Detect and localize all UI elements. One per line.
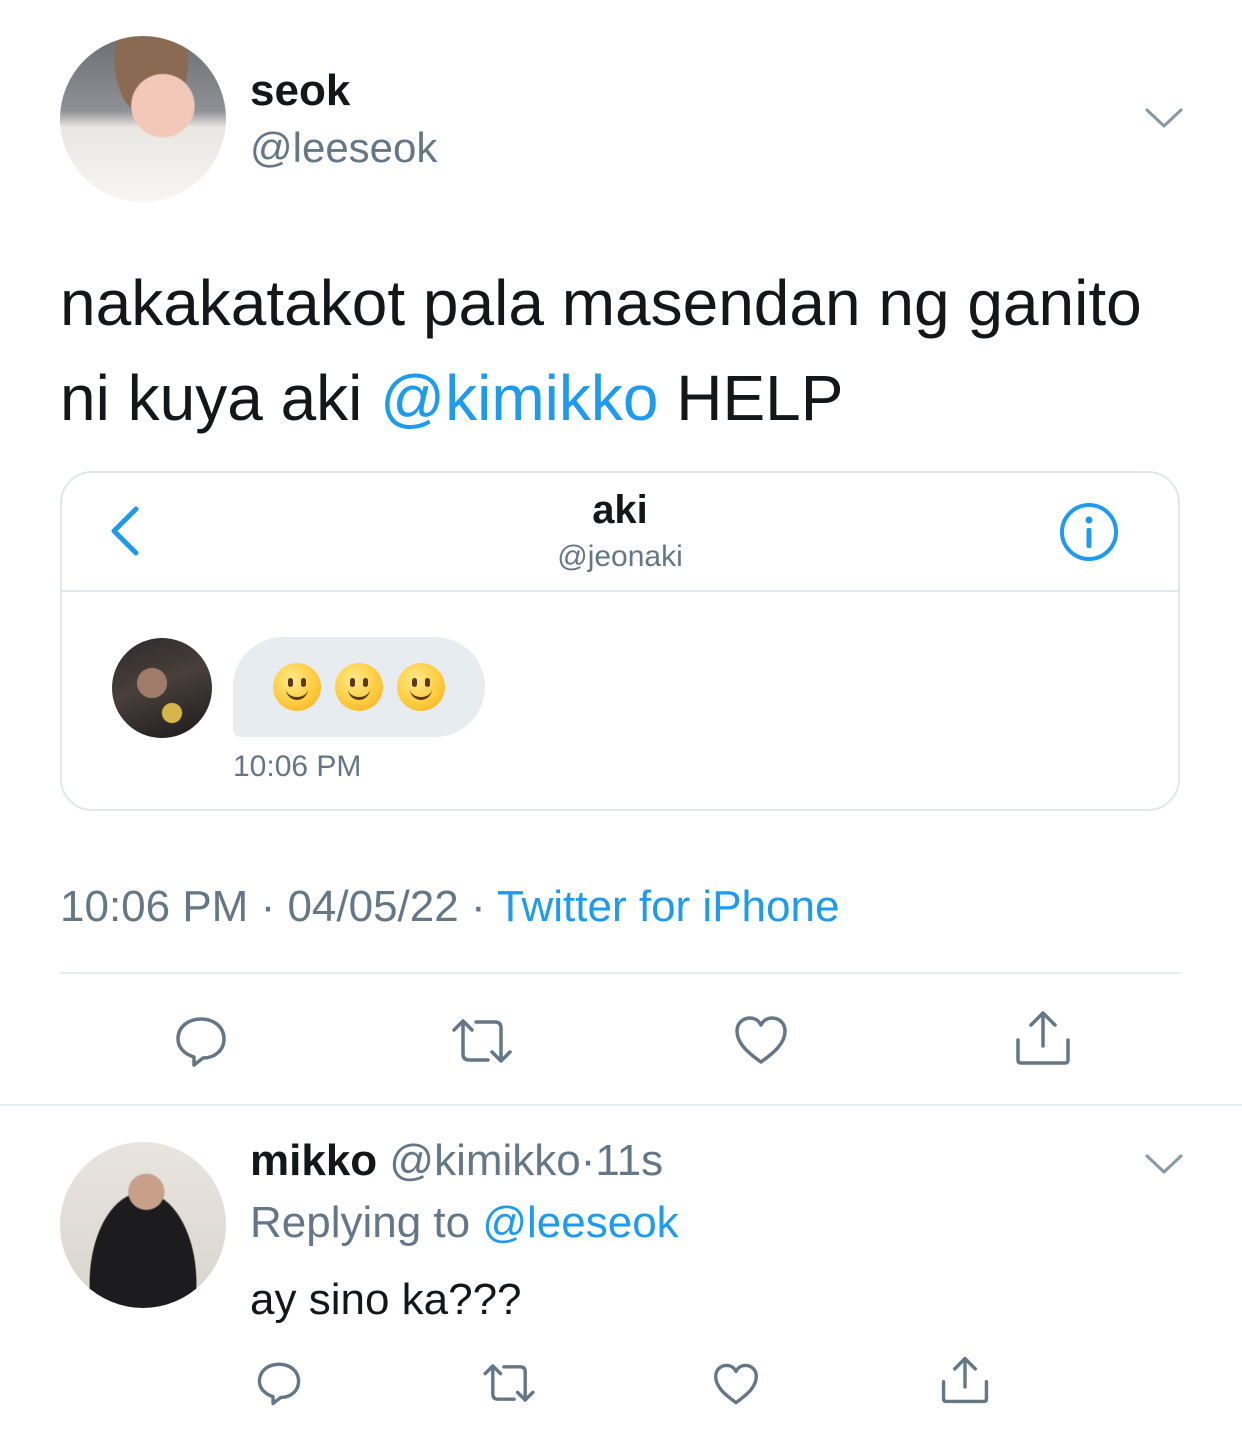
dm-message-time: 10:06 PM <box>233 750 362 783</box>
author-name[interactable]: seok <box>250 66 350 116</box>
mention-link[interactable]: @kimikko <box>380 362 658 434</box>
tweet-date: 04/05/22 <box>287 882 459 931</box>
share-icon[interactable] <box>1014 1010 1072 1066</box>
reply-icon[interactable] <box>256 1360 302 1406</box>
replying-to: Replying to @leeseok <box>250 1198 679 1248</box>
reply-author-avatar[interactable] <box>60 1142 226 1308</box>
dm-contact-name: aki <box>592 488 648 532</box>
dm-contact-avatar <box>112 638 212 738</box>
share-icon[interactable] <box>940 1356 990 1404</box>
like-icon[interactable] <box>712 1362 760 1406</box>
reply-text: ay sino ka??? <box>250 1275 522 1324</box>
reply-age: ·11s <box>580 1136 664 1185</box>
reply-author-name[interactable]: mikko <box>250 1136 377 1185</box>
retweet-icon[interactable] <box>448 1014 516 1068</box>
tweet-source-link[interactable]: Twitter for iPhone <box>497 882 839 931</box>
slightly-smiling-face-icon <box>397 663 445 711</box>
tweet-text: nakakatakot pala masendan ng ganito ni k… <box>60 256 1200 446</box>
dm-header-divider <box>62 590 1180 592</box>
reply-icon[interactable] <box>174 1014 228 1068</box>
author-handle[interactable]: @leeseok <box>250 124 437 172</box>
reply-author-handle[interactable]: @kimikko <box>389 1136 580 1185</box>
dm-contact-handle: @jeonaki <box>557 540 683 573</box>
reply-header: mikko @kimikko·11s <box>250 1136 663 1186</box>
chevron-down-icon[interactable] <box>1144 106 1184 130</box>
slightly-smiling-face-icon <box>335 663 383 711</box>
tweet-meta: 10:06 PM · 04/05/22 · Twitter for iPhone <box>60 882 839 932</box>
retweet-icon[interactable] <box>480 1360 538 1406</box>
meta-separator: · <box>248 882 288 931</box>
divider <box>60 972 1182 974</box>
author-avatar[interactable] <box>60 36 226 202</box>
back-chevron-icon <box>108 505 142 562</box>
tweet-time: 10:06 PM <box>60 882 249 931</box>
divider <box>0 1104 1242 1106</box>
info-icon <box>1058 501 1120 568</box>
dm-message-bubble <box>233 637 485 737</box>
replying-prefix: Replying to <box>250 1198 483 1247</box>
slightly-smiling-face-icon <box>273 663 321 711</box>
meta-separator: · <box>458 882 498 931</box>
replying-to-link[interactable]: @leeseok <box>482 1198 678 1247</box>
tweet-text-after: HELP <box>658 362 844 434</box>
chevron-down-icon[interactable] <box>1144 1152 1184 1176</box>
like-icon[interactable] <box>733 1014 789 1066</box>
